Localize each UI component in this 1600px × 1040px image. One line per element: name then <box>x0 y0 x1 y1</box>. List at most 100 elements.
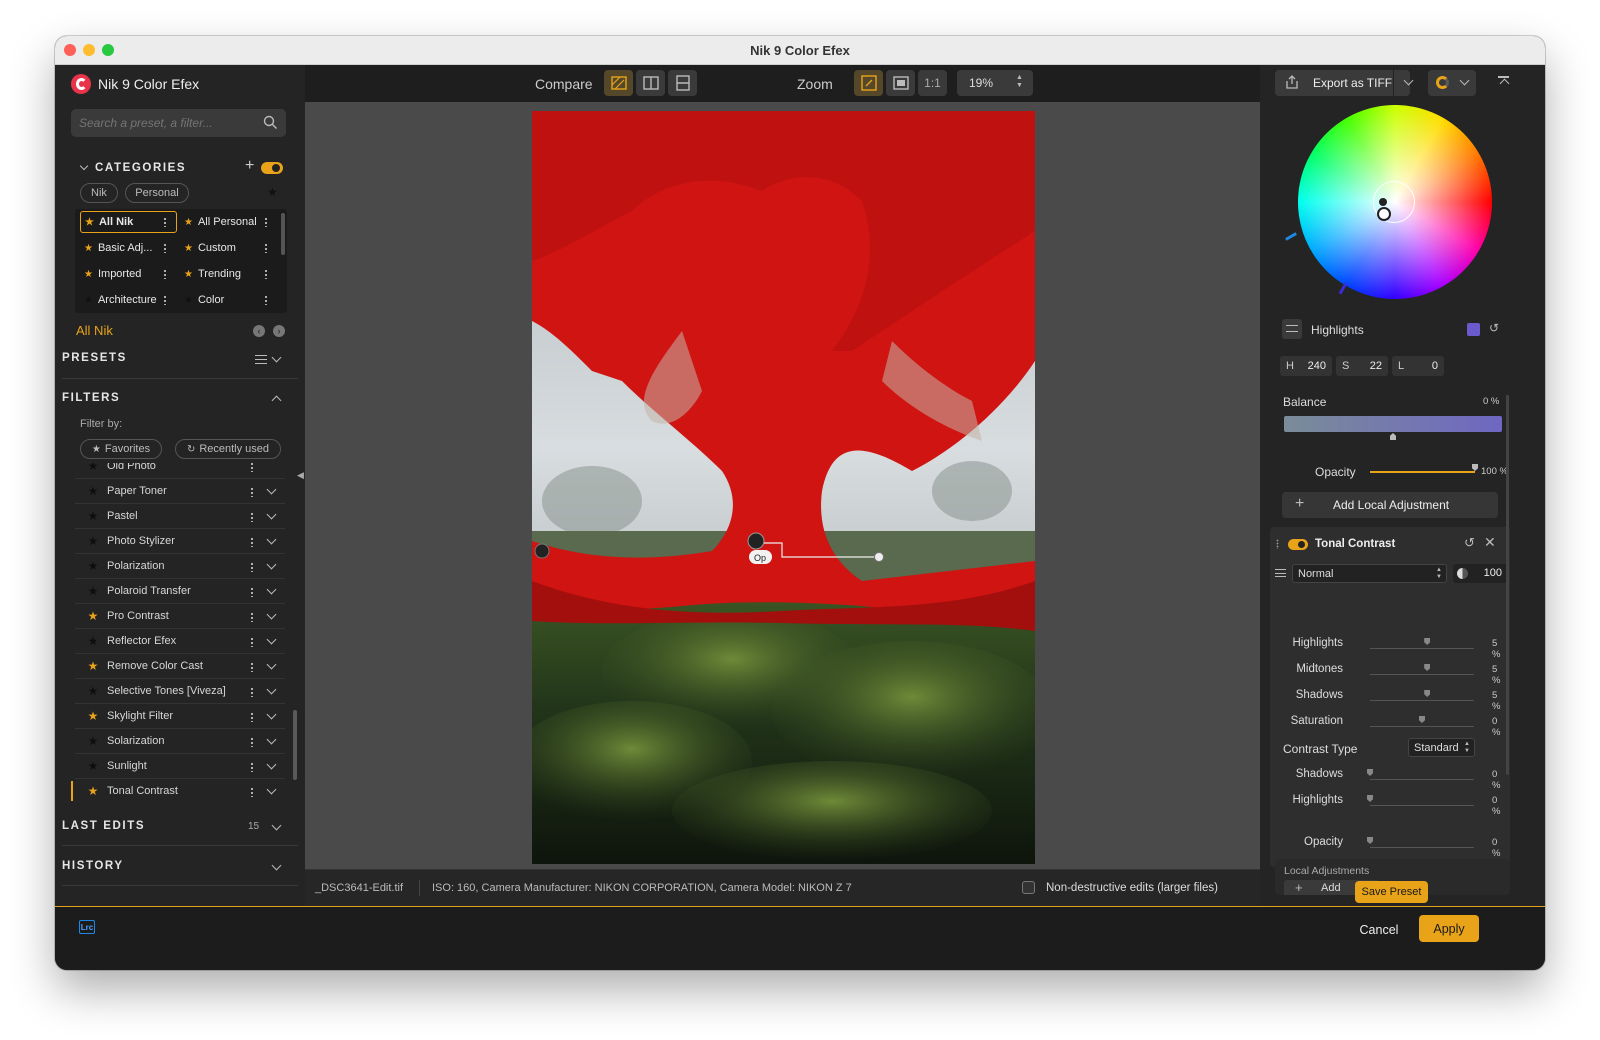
opacity-handle[interactable] <box>1472 464 1478 471</box>
category-all-personal[interactable]: ★ All Personal <box>180 211 270 233</box>
add-category-icon[interactable]: + <box>245 157 254 175</box>
apply-button[interactable]: Apply <box>1419 915 1479 942</box>
non-destructive-checkbox[interactable] <box>1022 881 1035 894</box>
opacity-slider[interactable] <box>1370 471 1475 473</box>
filter-item[interactable]: ★ Reflector Efex <box>75 629 285 654</box>
recently-used-chip[interactable]: ↻ Recently used <box>175 439 281 459</box>
category-color[interactable]: ★ Color <box>180 289 270 311</box>
favorites-chip[interactable]: ★ Favorites <box>80 439 162 459</box>
color-wheel[interactable] <box>1298 105 1492 299</box>
categories-toggle[interactable] <box>261 162 283 174</box>
filter-expand-icon[interactable] <box>266 784 277 795</box>
filter-item[interactable]: ★ Tonal Contrast <box>71 779 285 803</box>
filter-menu-icon[interactable] <box>251 537 253 547</box>
compare-side-by-side-button[interactable] <box>636 70 665 96</box>
favorite-star-icon[interactable]: ★ <box>85 734 101 748</box>
slider-track[interactable] <box>1370 648 1474 649</box>
balance-slider[interactable] <box>1284 416 1502 432</box>
filter-menu-icon[interactable] <box>251 637 253 647</box>
filter-item[interactable]: ★ Photo Stylizer <box>75 529 285 554</box>
filter-expand-icon[interactable] <box>266 759 277 770</box>
blend-menu-icon[interactable] <box>1275 569 1286 577</box>
collapse-panel-icon[interactable] <box>1499 78 1510 89</box>
slider-track[interactable] <box>1370 779 1474 780</box>
last-edits-expand-icon[interactable] <box>271 820 282 831</box>
filter-item[interactable]: ★ Skylight Filter <box>75 704 285 729</box>
filter-item[interactable]: ★ Polarization <box>75 554 285 579</box>
filter-expand-icon[interactable] <box>266 484 277 495</box>
color-picker-handle[interactable] <box>1377 207 1391 221</box>
contrast-type-select[interactable]: Standard ▲ ▼ <box>1408 738 1475 757</box>
category-basic-adj[interactable]: ★ Basic Adj... <box>80 237 177 259</box>
filter-item[interactable]: ★ Pastel <box>75 504 285 529</box>
category-trending[interactable]: ★ Trending <box>180 263 270 285</box>
save-preset-button[interactable]: Save Preset <box>1355 881 1428 903</box>
category-menu-icon[interactable] <box>164 243 166 253</box>
filter-enable-toggle[interactable] <box>1288 539 1308 550</box>
export-button[interactable]: Export as TIFF <box>1275 70 1410 96</box>
category-menu-icon[interactable] <box>164 295 166 305</box>
category-menu-icon[interactable] <box>164 217 166 227</box>
compare-top-bottom-button[interactable] <box>668 70 697 96</box>
color-swatch[interactable] <box>1467 323 1480 336</box>
presets-list-icon[interactable] <box>255 355 267 364</box>
star-filter-icon[interactable]: ★ <box>267 185 278 199</box>
category-menu-icon[interactable] <box>265 295 267 305</box>
slider-track[interactable] <box>1370 674 1474 675</box>
filter-expand-icon[interactable] <box>266 534 277 545</box>
lightness-field[interactable]: L0 <box>1392 356 1444 376</box>
filter-item[interactable]: ★ Sunlight <box>75 754 285 779</box>
search-input[interactable] <box>79 114 254 132</box>
favorite-star-icon[interactable]: ★ <box>85 759 101 773</box>
filter-item[interactable]: ★ Selective Tones [Viveza] <box>75 679 285 704</box>
filter-expand-icon[interactable] <box>266 659 277 670</box>
filter-opacity-field[interactable]: 100 <box>1453 564 1508 583</box>
category-architecture[interactable]: ★ Architecture <box>80 289 177 311</box>
favorite-star-icon[interactable]: ★ <box>85 559 101 573</box>
category-menu-icon[interactable] <box>265 217 267 227</box>
zoom-select[interactable]: 19% ▲ ▼ <box>957 70 1033 96</box>
filter-item[interactable]: ★ Old Photo <box>75 463 285 479</box>
filter-expand-icon[interactable] <box>266 734 277 745</box>
adjust-mode-icon[interactable] <box>1282 319 1302 339</box>
history-expand-icon[interactable] <box>271 860 282 871</box>
category-menu-icon[interactable] <box>265 269 267 279</box>
filter-item[interactable]: ★ Pro Contrast <box>75 604 285 629</box>
filter-menu-icon[interactable] <box>251 612 253 622</box>
sync-button[interactable] <box>1428 70 1476 96</box>
add-local-adjustment-button[interactable]: + Add Local Adjustment <box>1282 492 1498 518</box>
favorite-star-icon[interactable]: ★ <box>85 609 101 623</box>
filter-menu-icon[interactable] <box>251 487 253 497</box>
category-menu-icon[interactable] <box>265 243 267 253</box>
slider-track[interactable] <box>1370 726 1474 727</box>
filter-menu-icon[interactable] <box>251 787 253 797</box>
filter-expand-icon[interactable] <box>266 609 277 620</box>
zoom-1-1-button[interactable]: 1:1 <box>918 70 947 96</box>
collapse-left-panel-icon[interactable]: ◀ <box>297 470 304 481</box>
control-point-icon[interactable] <box>534 543 550 559</box>
category-scrollbar[interactable] <box>281 213 285 255</box>
filter-menu-icon[interactable] <box>251 712 253 722</box>
photo-canvas[interactable]: Op <box>532 111 1035 864</box>
filter-item[interactable]: ★ Remove Color Cast <box>75 654 285 679</box>
star-icon[interactable]: ★ <box>85 463 101 473</box>
filter-menu-icon[interactable] <box>251 687 253 697</box>
previous-category-icon[interactable]: ‹ <box>253 325 265 337</box>
blend-mode-select[interactable]: Normal ▲ ▼ <box>1292 564 1447 583</box>
tab-nik[interactable]: Nik <box>80 183 118 203</box>
filter-item[interactable]: ★ Polaroid Transfer <box>75 579 285 604</box>
cancel-button[interactable]: Cancel <box>1348 917 1410 943</box>
filter-expand-icon[interactable] <box>266 559 277 570</box>
categories-collapse-icon[interactable] <box>79 161 89 171</box>
search-icon[interactable] <box>263 115 278 130</box>
hue-field[interactable]: H 240 <box>1280 356 1332 376</box>
slider-track[interactable] <box>1370 700 1474 701</box>
favorite-star-icon[interactable]: ★ <box>85 659 101 673</box>
category-menu-icon[interactable] <box>164 269 166 279</box>
filter-expand-icon[interactable] <box>266 584 277 595</box>
control-point-handle[interactable] <box>874 552 884 562</box>
balance-handle[interactable] <box>1390 433 1396 440</box>
category-imported[interactable]: ★ Imported <box>80 263 177 285</box>
filter-menu-icon[interactable] <box>251 562 253 572</box>
favorite-star-icon[interactable]: ★ <box>85 584 101 598</box>
